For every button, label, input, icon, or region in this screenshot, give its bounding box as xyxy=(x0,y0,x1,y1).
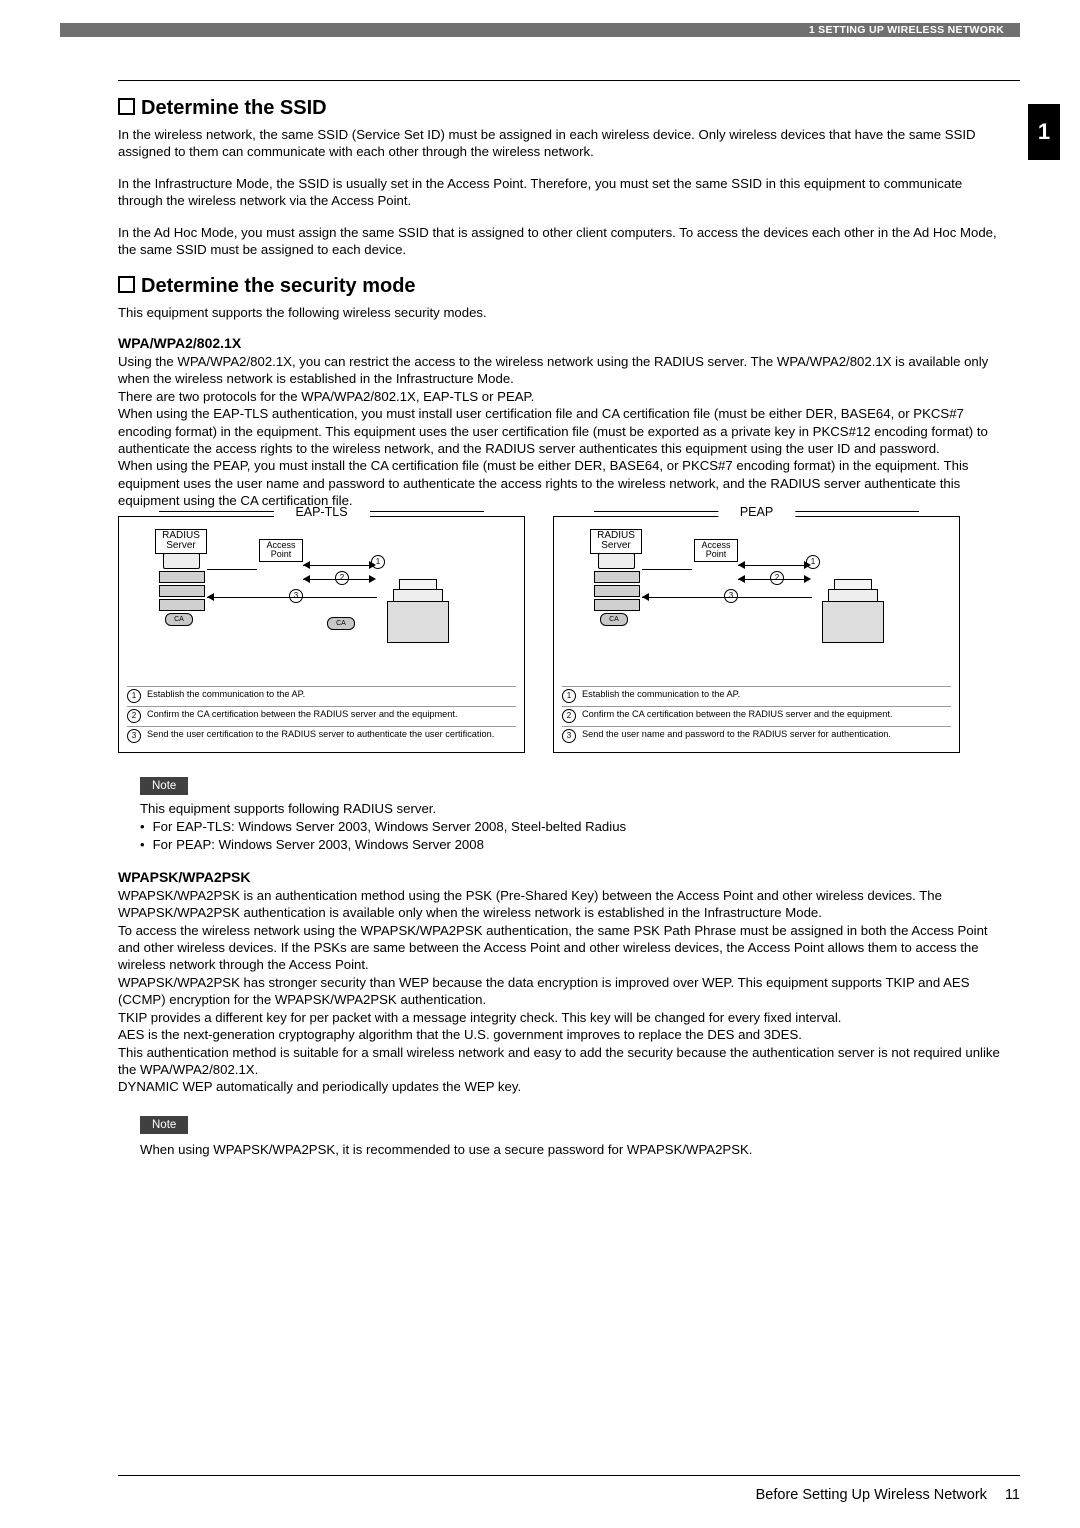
diagram-peap-title: PEAP xyxy=(718,505,795,519)
step-2-icon: 2 xyxy=(562,709,576,723)
note1-list: For EAP-TLS: Windows Server 2003, Window… xyxy=(154,818,1004,855)
radius-server-label: RADIUS Server xyxy=(155,529,207,554)
diagram-eaptls-title: EAP-TLS xyxy=(273,505,369,519)
diagram-eaptls-legend: 1Establish the communication to the AP. … xyxy=(127,686,516,746)
page-header-bar: 1 SETTING UP WIRELESS NETWORK xyxy=(60,23,1020,37)
eaptls-step-2: Confirm the CA certification between the… xyxy=(147,709,458,723)
ca-icon: CA xyxy=(327,617,355,630)
wpa8021x-body: Using the WPA/WPA2/802.1X, you can restr… xyxy=(118,353,1004,510)
section-heading-ssid-text: Determine the SSID xyxy=(141,97,327,119)
subheading-wpa8021x: WPA/WPA2/802.1X xyxy=(118,335,1004,351)
header-breadcrumb: 1 SETTING UP WIRELESS NETWORK xyxy=(809,24,1004,36)
note2-text: When using WPAPSK/WPA2PSK, it is recomme… xyxy=(140,1142,1004,1157)
subheading-wpapsk: WPAPSK/WPA2PSK xyxy=(118,869,1004,885)
radius-server-icon xyxy=(159,553,203,609)
note-label-2: Note xyxy=(140,1116,188,1134)
step-1-icon: 1 xyxy=(562,689,576,703)
checkbox-bullet-icon xyxy=(118,276,135,293)
ca-icon: CA xyxy=(600,613,628,626)
page-footer: Before Setting Up Wireless Network 11 xyxy=(756,1487,1020,1503)
ssid-paragraph-3: In the Ad Hoc Mode, you must assign the … xyxy=(118,224,1004,259)
eaptls-step-3: Send the user certification to the RADIU… xyxy=(147,729,494,743)
step-2-icon: 2 xyxy=(770,571,784,585)
diagram-row: EAP-TLS RADIUS Server CA Access Point 1 … xyxy=(118,516,1004,753)
access-point-label: Access Point xyxy=(259,539,303,562)
step-1-icon: 1 xyxy=(127,689,141,703)
note1-item-1: For EAP-TLS: Windows Server 2003, Window… xyxy=(154,818,1004,836)
access-point-label: Access Point xyxy=(694,539,738,562)
note1-item-2: For PEAP: Windows Server 2003, Windows S… xyxy=(154,836,1004,854)
chapter-tab: 1 xyxy=(1028,104,1060,160)
step-1-icon: 1 xyxy=(806,555,820,569)
diagram-peap-legend: 1Establish the communication to the AP. … xyxy=(562,686,951,746)
peap-step-2: Confirm the CA certification between the… xyxy=(582,709,893,723)
eaptls-step-1: Establish the communication to the AP. xyxy=(147,689,305,703)
footer-rule xyxy=(118,1475,1020,1476)
peap-step-1: Establish the communication to the AP. xyxy=(582,689,740,703)
step-3-icon: 3 xyxy=(127,729,141,743)
footer-section-name: Before Setting Up Wireless Network xyxy=(756,1487,987,1503)
step-1-icon: 1 xyxy=(371,555,385,569)
step-3-icon: 3 xyxy=(562,729,576,743)
mfp-icon xyxy=(387,579,447,643)
radius-server-label: RADIUS Server xyxy=(590,529,642,554)
radius-server-icon xyxy=(594,553,638,609)
diagram-peap: PEAP RADIUS Server CA Access Point 1 2 3 xyxy=(553,516,960,753)
section-heading-security: Determine the security mode xyxy=(118,275,1004,298)
ca-icon: CA xyxy=(165,613,193,626)
security-intro: This equipment supports the following wi… xyxy=(118,304,1004,321)
ssid-paragraph-1: In the wireless network, the same SSID (… xyxy=(118,126,1004,161)
section-heading-ssid: Determine the SSID xyxy=(118,97,1004,120)
peap-step-3: Send the user name and password to the R… xyxy=(582,729,891,743)
step-3-icon: 3 xyxy=(289,589,303,603)
step-3-icon: 3 xyxy=(724,589,738,603)
footer-page-number: 11 xyxy=(991,1487,1020,1503)
wpapsk-body: WPAPSK/WPA2PSK is an authentication meth… xyxy=(118,887,1004,1096)
note1-lead: This equipment supports following RADIUS… xyxy=(140,801,1004,816)
ssid-paragraph-2: In the Infrastructure Mode, the SSID is … xyxy=(118,175,1004,210)
step-2-icon: 2 xyxy=(127,709,141,723)
checkbox-bullet-icon xyxy=(118,98,135,115)
mfp-icon xyxy=(822,579,882,643)
section-heading-security-text: Determine the security mode xyxy=(141,275,416,297)
step-2-icon: 2 xyxy=(335,571,349,585)
diagram-eaptls: EAP-TLS RADIUS Server CA Access Point 1 … xyxy=(118,516,525,753)
note-label-1: Note xyxy=(140,777,188,795)
top-rule xyxy=(118,80,1020,81)
